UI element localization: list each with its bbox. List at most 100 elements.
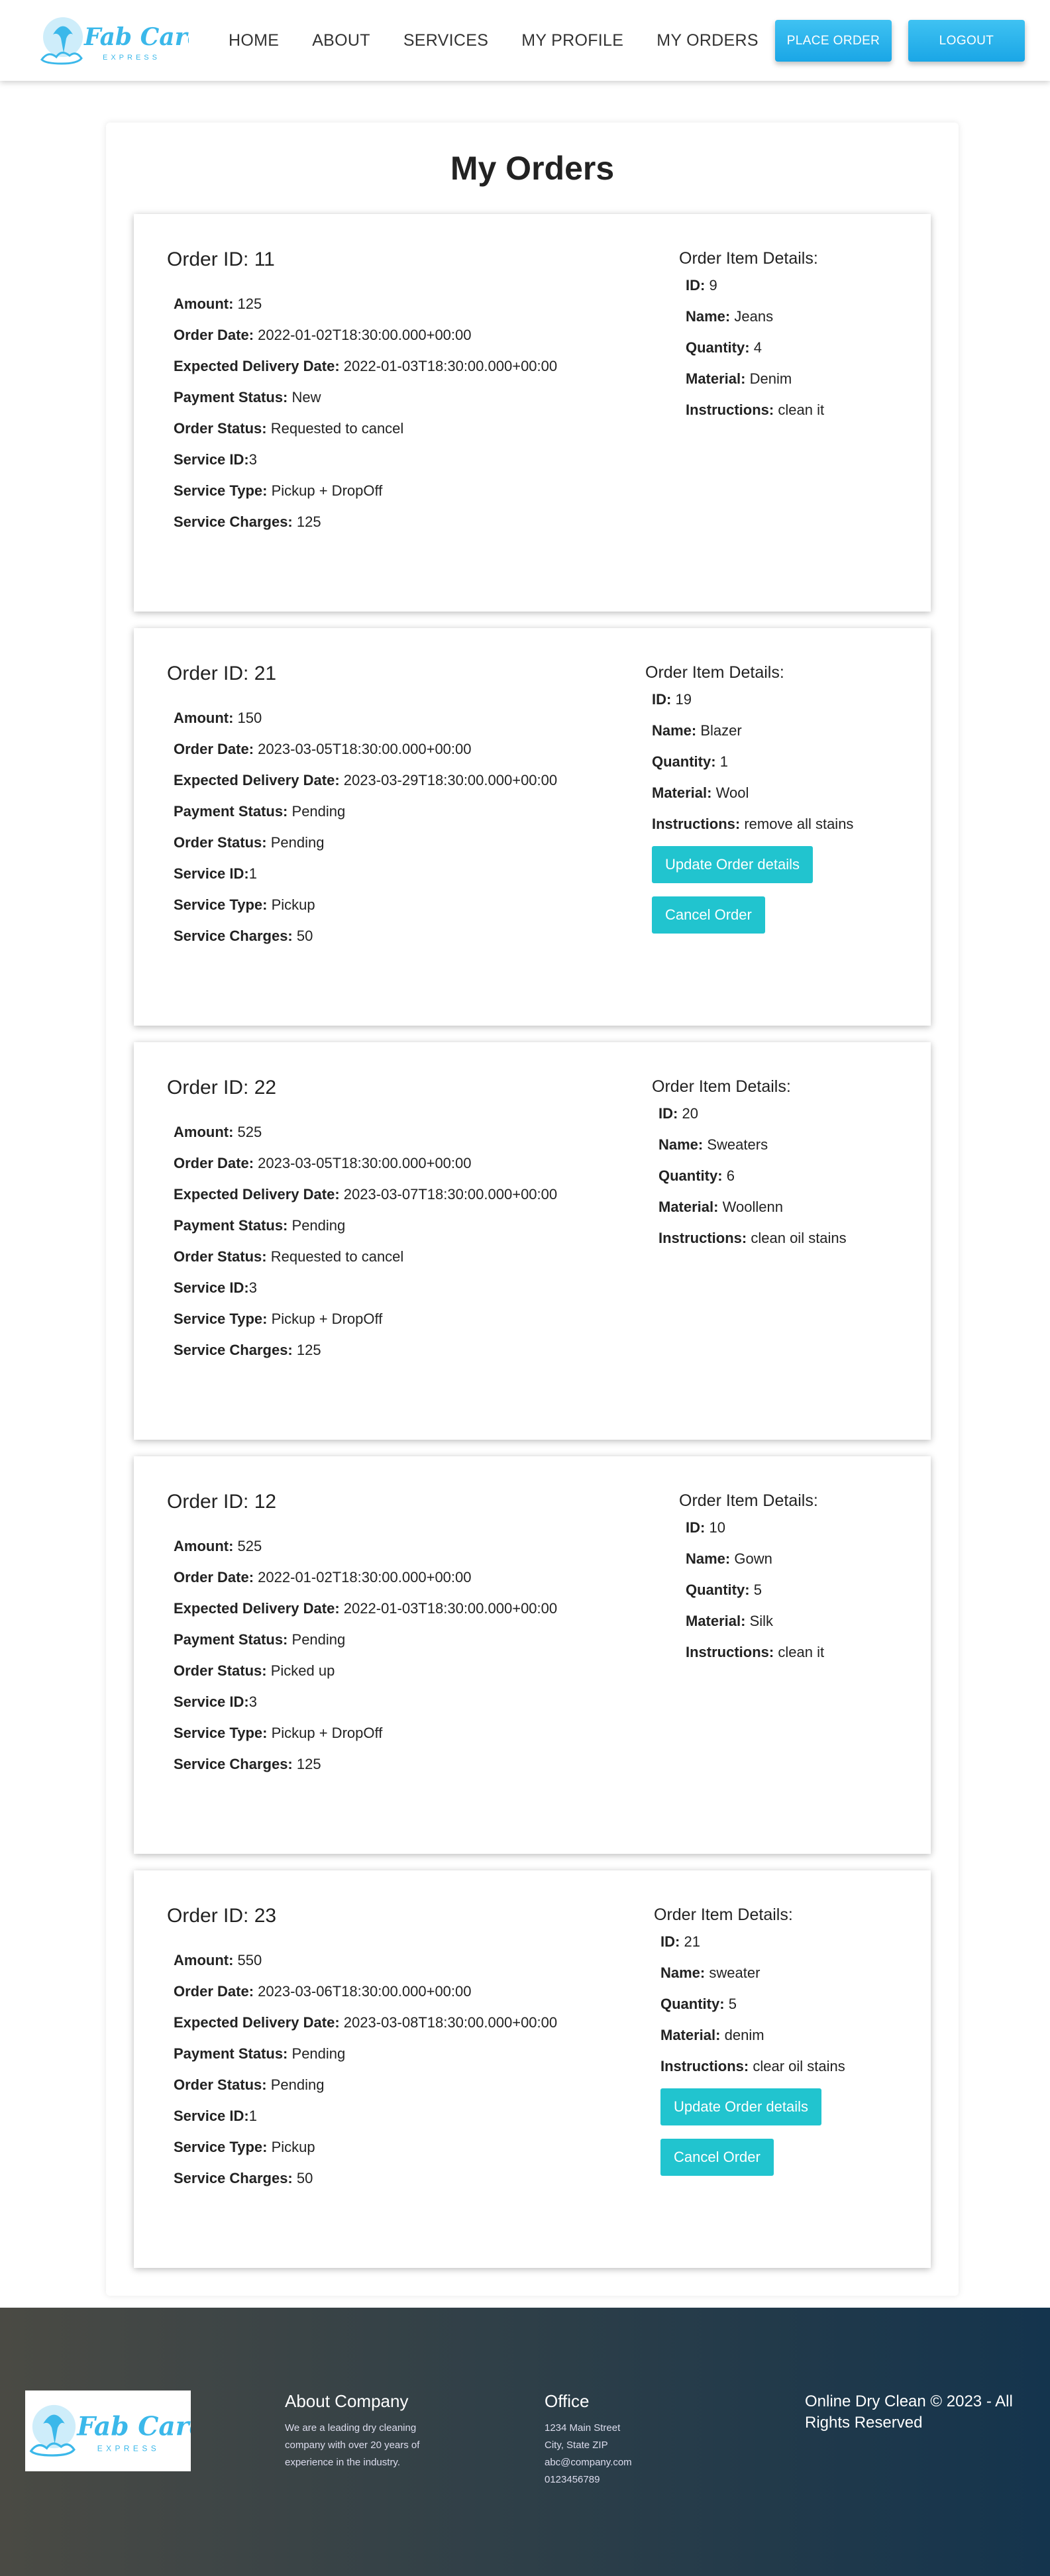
- service-type-field: Service Type: Pickup + DropOff: [174, 482, 383, 499]
- item-material-field: Material: Woollenn: [658, 1199, 783, 1215]
- item-details: Order Item Details: ID: 21 Name: sweater…: [654, 1904, 845, 2189]
- footer-logo: Fab Care EXPRESS: [25, 2390, 205, 2471]
- order-status-field: Order Status: Pending: [174, 2076, 325, 2093]
- order-fields: Amount: 150 Order Date: 2023-03-05T18:30…: [174, 702, 557, 951]
- payment-status-field: Payment Status: Pending: [174, 1217, 346, 1234]
- item-id-field: ID: 21: [660, 1933, 700, 1950]
- item-name-field: Name: Jeans: [686, 308, 774, 325]
- svg-text:EXPRESS: EXPRESS: [103, 54, 160, 62]
- footer-about: About Company We are a leading dry clean…: [285, 2391, 444, 2471]
- cancel-order-button[interactable]: Cancel Order: [652, 896, 765, 934]
- footer-logo-graphic: Fab Care EXPRESS: [29, 2404, 205, 2457]
- order-date-field: Order Date: 2022-01-02T18:30:00.000+00:0…: [174, 327, 472, 343]
- expected-delivery-field: Expected Delivery Date: 2023-03-08T18:30…: [174, 2014, 558, 2031]
- item-details-title: Order Item Details:: [652, 1077, 791, 1096]
- service-charges-field: Service Charges: 50: [174, 928, 313, 944]
- order-card: Order ID: 23 Amount: 550 Order Date: 202…: [134, 1870, 931, 2268]
- service-charges-field: Service Charges: 125: [174, 1756, 321, 1772]
- item-name-field: Name: Blazer: [652, 722, 742, 739]
- item-id-field: ID: 20: [658, 1105, 698, 1122]
- update-order-button[interactable]: Update Order details: [652, 846, 813, 883]
- footer-office: Office 1234 Main Street City, State ZIP …: [545, 2391, 690, 2489]
- payment-status-field: Payment Status: Pending: [174, 803, 346, 820]
- update-order-button[interactable]: Update Order details: [660, 2088, 821, 2125]
- service-charges-field: Service Charges: 125: [174, 1342, 321, 1358]
- order-date-field: Order Date: 2023-03-05T18:30:00.000+00:0…: [174, 1155, 472, 1171]
- page-title: My Orders: [450, 150, 615, 187]
- footer-office-email[interactable]: abc@company.com: [545, 2454, 690, 2471]
- item-material-field: Material: Wool: [652, 784, 749, 801]
- expected-delivery-field: Expected Delivery Date: 2023-03-07T18:30…: [174, 1186, 558, 1203]
- item-instructions-field: Instructions: clean it: [686, 402, 825, 418]
- order-title: Order ID: 22: [167, 1077, 277, 1099]
- order-fields: Amount: 525 Order Date: 2022-01-02T18:30…: [174, 1530, 557, 1780]
- service-id-field: Service ID:1: [174, 2108, 257, 2124]
- service-type-field: Service Type: Pickup: [174, 2139, 315, 2155]
- place-order-button[interactable]: PLACE ORDER: [775, 20, 892, 62]
- navbar: Fab Care EXPRESS HOME ABOUT SERVICES MY …: [0, 0, 1050, 81]
- footer: Fab Care EXPRESS About Company We are a …: [0, 2308, 1050, 2576]
- item-quantity-field: Quantity: 5: [686, 1582, 762, 1598]
- item-details: Order Item Details: ID: 19 Name: Blazer …: [645, 661, 853, 947]
- order-card: Order ID: 21 Amount: 150 Order Date: 202…: [134, 628, 931, 1026]
- item-instructions-field: Instructions: clean it: [686, 1644, 825, 1660]
- item-quantity-field: Quantity: 5: [660, 1996, 737, 2012]
- item-details: Order Item Details: ID: 20 Name: Sweater…: [652, 1075, 847, 1254]
- payment-status-field: Payment Status: Pending: [174, 1631, 346, 1648]
- order-fields: Amount: 550 Order Date: 2023-03-06T18:30…: [174, 1945, 557, 2194]
- amount-field: Amount: 525: [174, 1538, 262, 1554]
- footer-office-city: City, State ZIP: [545, 2440, 608, 2451]
- svg-text:Fab Care: Fab Care: [83, 23, 189, 51]
- item-name-field: Name: Sweaters: [658, 1136, 768, 1153]
- footer-about-line: experience in the industry.: [285, 2457, 400, 2468]
- footer-about-title: About Company: [285, 2391, 409, 2411]
- svg-text:Fab Care: Fab Care: [76, 2412, 191, 2442]
- logout-button[interactable]: LOGOUT: [908, 20, 1025, 62]
- expected-delivery-field: Expected Delivery Date: 2023-03-29T18:30…: [174, 772, 558, 788]
- payment-status-field: Payment Status: New: [174, 389, 321, 405]
- order-date-field: Order Date: 2023-03-05T18:30:00.000+00:0…: [174, 741, 472, 757]
- order-card: Order ID: 11 Amount: 125 Order Date: 202…: [134, 214, 931, 612]
- expected-delivery-field: Expected Delivery Date: 2022-01-03T18:30…: [174, 1600, 558, 1617]
- service-type-field: Service Type: Pickup: [174, 896, 315, 913]
- nav-my-profile[interactable]: MY PROFILE: [521, 31, 623, 50]
- item-id-field: ID: 9: [686, 277, 717, 294]
- svg-text:EXPRESS: EXPRESS: [97, 2443, 160, 2453]
- order-date-field: Order Date: 2023-03-06T18:30:00.000+00:0…: [174, 1983, 472, 2000]
- item-id-field: ID: 19: [652, 691, 692, 708]
- service-id-field: Service ID:3: [174, 451, 257, 468]
- order-status-field: Order Status: Requested to cancel: [174, 1248, 404, 1265]
- footer-about-line: We are a leading dry cleaning: [285, 2422, 417, 2434]
- order-status-field: Order Status: Picked up: [174, 1662, 335, 1679]
- item-instructions-field: Instructions: remove all stains: [652, 816, 854, 832]
- brand-logo[interactable]: Fab Care EXPRESS: [36, 8, 202, 74]
- item-details-title: Order Item Details:: [679, 249, 818, 268]
- order-card: Order ID: 12 Amount: 525 Order Date: 202…: [134, 1456, 931, 1854]
- item-name-field: Name: sweater: [660, 1964, 761, 1981]
- footer-office-phone: 0123456789: [545, 2474, 600, 2485]
- amount-field: Amount: 125: [174, 295, 262, 312]
- order-title: Order ID: 12: [167, 1491, 277, 1513]
- amount-field: Amount: 525: [174, 1124, 262, 1140]
- item-details: Order Item Details: ID: 10 Name: Gown Qu…: [679, 1489, 824, 1668]
- service-id-field: Service ID:1: [174, 865, 257, 882]
- nav-my-orders[interactable]: MY ORDERS: [656, 31, 759, 50]
- order-card: Order ID: 22 Amount: 525 Order Date: 202…: [134, 1042, 931, 1440]
- cancel-order-button[interactable]: Cancel Order: [660, 2139, 774, 2176]
- service-charges-field: Service Charges: 125: [174, 513, 321, 530]
- service-id-field: Service ID:3: [174, 1279, 257, 1296]
- service-type-field: Service Type: Pickup + DropOff: [174, 1725, 383, 1741]
- copyright: Online Dry Clean © 2023 - All Rights Res…: [805, 2392, 1013, 2432]
- service-id-field: Service ID:3: [174, 1693, 257, 1710]
- service-charges-field: Service Charges: 50: [174, 2170, 313, 2186]
- item-details-title: Order Item Details:: [645, 663, 784, 682]
- payment-status-field: Payment Status: Pending: [174, 2045, 346, 2062]
- nav-about[interactable]: ABOUT: [312, 31, 370, 50]
- order-fields: Amount: 125 Order Date: 2022-01-02T18:30…: [174, 288, 557, 537]
- brand-logo-graphic: Fab Care EXPRESS: [40, 17, 202, 65]
- nav-services[interactable]: SERVICES: [403, 31, 488, 50]
- footer-office-address: 1234 Main Street: [545, 2422, 621, 2434]
- orders-container: My Orders Order ID: 11 Amount: 125 Order…: [106, 123, 959, 2296]
- nav-home[interactable]: HOME: [229, 31, 279, 50]
- amount-field: Amount: 150: [174, 710, 262, 726]
